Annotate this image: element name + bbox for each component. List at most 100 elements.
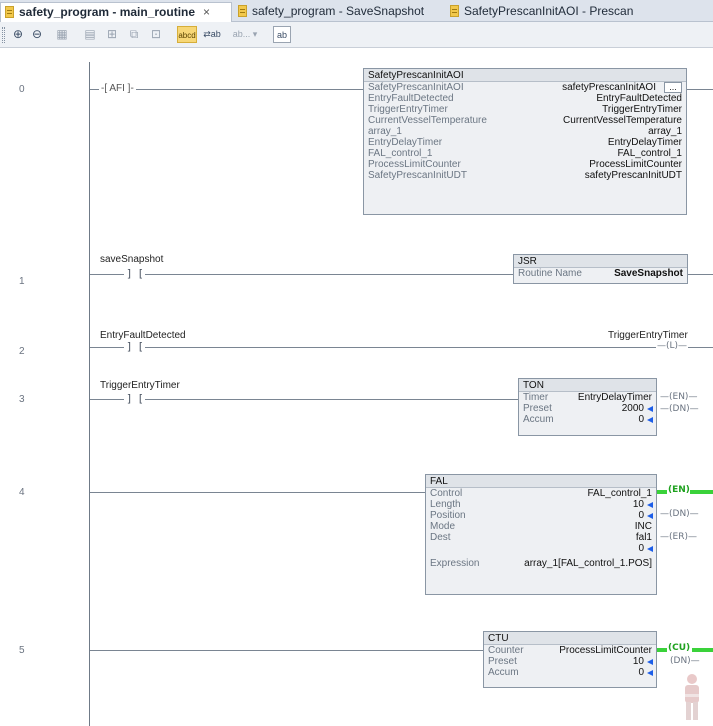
aoi-name: SafetyPrescanInitAOI [368,70,464,81]
rung-view-icon[interactable]: ▤ [82,26,98,43]
ladder-editor[interactable]: 0 -[ AFI ]- SafetyPrescanInitAOI SafetyP… [0,48,713,726]
ton-param-row[interactable]: Preset 2000 [519,403,656,414]
param-value: SaveSnapshot [614,268,683,279]
param-value: EntryFaultDetected [596,93,682,104]
rung-wire [90,399,518,400]
param-label: Dest [430,532,451,543]
param-value: EntryDelayTimer [577,392,652,403]
coil-tag[interactable]: TriggerEntryTimer [608,330,688,341]
rung-wire [90,347,713,348]
param-label: Length [430,499,461,510]
value-arrow-icon [647,546,653,552]
fal-header: FAL [426,475,656,488]
tab-main-routine[interactable]: safety_program - main_routine × [0,2,232,22]
aoi-instruction-block[interactable]: SafetyPrescanInitAOI SafetyPrescanInitAO… [363,68,687,215]
param-label: Expression [430,558,480,569]
aoi-param-row[interactable]: EntryDelayTimer EntryDelayTimer [364,137,686,148]
aoi-param-row[interactable]: TriggerEntryTimer TriggerEntryTimer [364,104,686,115]
aoi-param-row[interactable]: SafetyPrescanInitAOI safetyPrescanInitAOI… [364,82,686,93]
xic-contact[interactable]: ] [ [124,267,145,280]
param-value: 0 [638,510,644,521]
fal-param-row[interactable]: Mode INC [426,521,656,532]
fal-param-row[interactable]: Control FAL_control_1 [426,488,656,499]
close-tab-icon[interactable]: × [203,5,210,19]
param-value: 10 [632,499,644,510]
ton-instruction-block[interactable]: TON Timer EntryDelayTimer Preset 2000 Accu… [518,378,657,436]
xic-contact[interactable]: ] [ [124,392,145,405]
tag-description-toggle[interactable]: abcd [177,26,197,43]
paste-rung-icon[interactable]: ⊡ [148,26,164,43]
toolbar-grip[interactable] [2,27,5,43]
param-value: safetyPrescanInitUDT [584,170,682,181]
param-value: array_1[FAL_control_1.POS] [524,558,652,569]
param-label: SafetyPrescanInitAOI [368,82,464,93]
en-output: —(EN)— [660,392,698,402]
branch-icon[interactable]: ⊞ [104,26,120,43]
aoi-param-row[interactable]: SafetyPrescanInitUDT safetyPrescanInitUDT [364,170,686,181]
param-label: Preset [488,656,517,667]
ton-param-row[interactable]: Accum 0 [519,414,656,425]
aoi-param-row[interactable]: ProcessLimitCounter ProcessLimitCounter [364,159,686,170]
param-value: 10 [632,656,644,667]
value-arrow-icon [647,406,653,412]
fal-param-row[interactable]: Length 10 [426,499,656,510]
rung-wire [90,650,483,651]
ton-param-row[interactable]: Timer EntryDelayTimer [519,392,656,403]
jsr-param-row[interactable]: Routine Name SaveSnapshot [514,268,687,279]
dn-output: (DN)— [670,656,700,666]
aoi-param-row[interactable]: array_1 array_1 [364,126,686,137]
param-value: 2000 [621,403,644,414]
contact-tag[interactable]: TriggerEntryTimer [100,380,180,391]
tab-label: SafetyPrescanInitAOI - Prescan [464,4,634,18]
param-value: ProcessLimitCounter [589,159,682,170]
tab-save-snapshot[interactable]: safety_program - SaveSnapshot [234,2,444,22]
ctu-instruction-block[interactable]: CTU Counter ProcessLimitCounter Preset 10 … [483,631,657,688]
param-label: Timer [523,392,549,403]
param-value: INC [634,521,652,532]
afi-instruction[interactable]: -[ AFI ]- [99,83,136,94]
fal-param-row[interactable]: Dest fal1 [426,532,656,543]
ctu-param-row[interactable]: Accum 0 [484,667,656,678]
zoom-in-icon[interactable]: ⊕ [10,26,26,43]
rung-wire [90,274,513,275]
tag-display-dropdown[interactable]: ab... ▾ [228,26,262,43]
aoi-param-row[interactable]: FAL_control_1 FAL_control_1 [364,148,686,159]
fal-param-row[interactable]: Position 0 [426,510,656,521]
routine-document-icon [238,5,247,17]
rung-number: 3 [19,394,25,405]
aoi-param-row[interactable]: EntryFaultDetected EntryFaultDetected [364,93,686,104]
param-value: 0 [638,414,644,425]
rung-wire [688,274,713,275]
zoom-out-icon[interactable]: ⊖ [29,26,45,43]
fal-instruction-block[interactable]: FAL Control FAL_control_1 Length 10 Positi… [425,474,657,595]
rung-wire [687,89,713,90]
param-label: ProcessLimitCounter [368,159,461,170]
fal-param-row[interactable]: 0 [426,543,656,554]
xic-contact[interactable]: ] [ [124,340,145,353]
value-arrow-icon [647,417,653,423]
latch-coil[interactable]: —(L)— [656,341,689,351]
value-arrow-icon [647,513,653,519]
value-arrow-icon [647,502,653,508]
param-value: CurrentVesselTemperature [563,115,682,126]
copy-rung-icon[interactable]: ⧉ [126,26,142,43]
search-tag-icon[interactable]: ab [273,26,291,43]
param-label: Counter [488,645,524,656]
param-label: Control [430,488,463,499]
fal-param-row[interactable]: Expression array_1[FAL_control_1.POS] [426,558,656,569]
grid-toggle-icon[interactable]: ▦ [54,26,70,43]
param-value: fal1 [635,532,652,543]
aoi-param-row[interactable]: CurrentVesselTemperature CurrentVesselTem… [364,115,686,126]
ctu-param-row[interactable]: Counter ProcessLimitCounter [484,645,656,656]
routine-document-icon [450,5,459,17]
aoi-properties-button[interactable]: ... [664,82,682,93]
energized-wire [657,648,667,652]
tab-prescan[interactable]: SafetyPrescanInitAOI - Prescan [446,2,666,22]
tag-swap-icon[interactable]: ⇄ab [203,26,221,43]
dn-output: —(DN)— [660,404,699,414]
jsr-instruction-block[interactable]: JSR Routine Name SaveSnapshot [513,254,688,284]
contact-tag[interactable]: saveSnapshot [100,254,163,265]
rung-number: 0 [19,84,25,95]
ctu-param-row[interactable]: Preset 10 [484,656,656,667]
param-label: Preset [523,403,552,414]
